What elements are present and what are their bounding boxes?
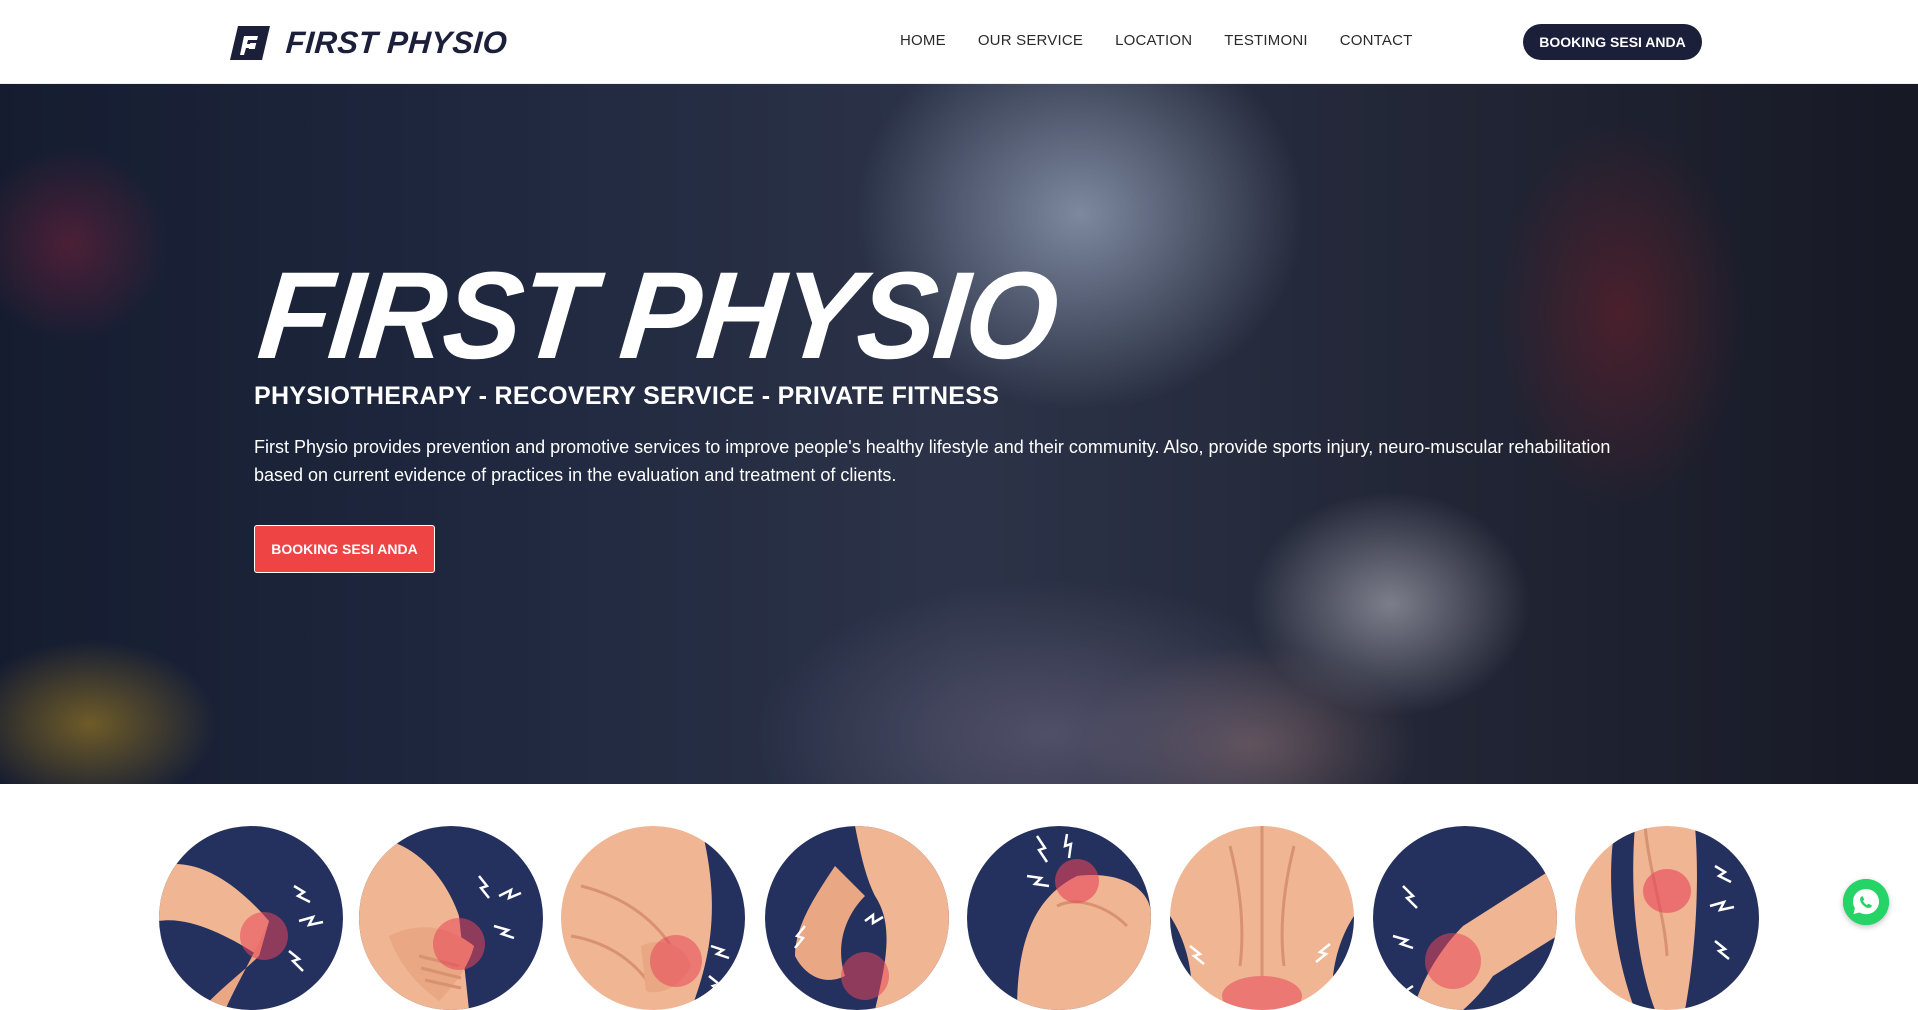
nav-home[interactable]: HOME xyxy=(900,32,946,49)
hero-section: FIRST PHYSIO PHYSIOTHERAPY - RECOVERY SE… xyxy=(0,84,1918,784)
hero-booking-button[interactable]: BOOKING SESI ANDA xyxy=(254,525,435,573)
hero-description: First Physio provides prevention and pro… xyxy=(254,437,1611,485)
brand-name: FIRST PHYSIO xyxy=(284,25,509,60)
hero-content: FIRST PHYSIO PHYSIOTHERAPY - RECOVERY SE… xyxy=(253,247,1654,573)
nav-contact[interactable]: CONTACT xyxy=(1340,32,1413,49)
brand-logo[interactable]: FIRST PHYSIO xyxy=(228,24,509,62)
whatsapp-button[interactable] xyxy=(1843,879,1889,925)
hero-title: FIRST PHYSIO xyxy=(252,246,1063,386)
calf-pain-icon[interactable] xyxy=(1575,826,1759,1010)
hip-pain-icon[interactable] xyxy=(561,826,745,1010)
main-nav: HOME OUR SERVICE LOCATION TESTIMONI CONT… xyxy=(900,32,1413,49)
shoulder-pain-icon[interactable] xyxy=(967,826,1151,1010)
site-header: FIRST PHYSIO HOME OUR SERVICE LOCATION T… xyxy=(0,0,1918,84)
nav-testimoni[interactable]: TESTIMONI xyxy=(1224,32,1307,49)
nav-our-service[interactable]: OUR SERVICE xyxy=(978,32,1083,49)
side-pain-icon[interactable] xyxy=(765,826,949,1010)
knee-pain-icon[interactable] xyxy=(1373,826,1557,1010)
nav-location[interactable]: LOCATION xyxy=(1115,32,1192,49)
header-booking-button[interactable]: BOOKING SESI ANDA xyxy=(1523,24,1702,60)
lower-back-pain-icon[interactable] xyxy=(1170,826,1354,1010)
wrist-pain-icon[interactable] xyxy=(359,826,543,1010)
pain-areas-strip xyxy=(0,784,1918,1010)
hero-subtitle: PHYSIOTHERAPY - RECOVERY SERVICE - PRIVA… xyxy=(254,382,1000,410)
whatsapp-icon xyxy=(1843,879,1889,925)
logo-mark-icon xyxy=(230,26,270,60)
elbow-pain-icon[interactable] xyxy=(159,826,343,1010)
